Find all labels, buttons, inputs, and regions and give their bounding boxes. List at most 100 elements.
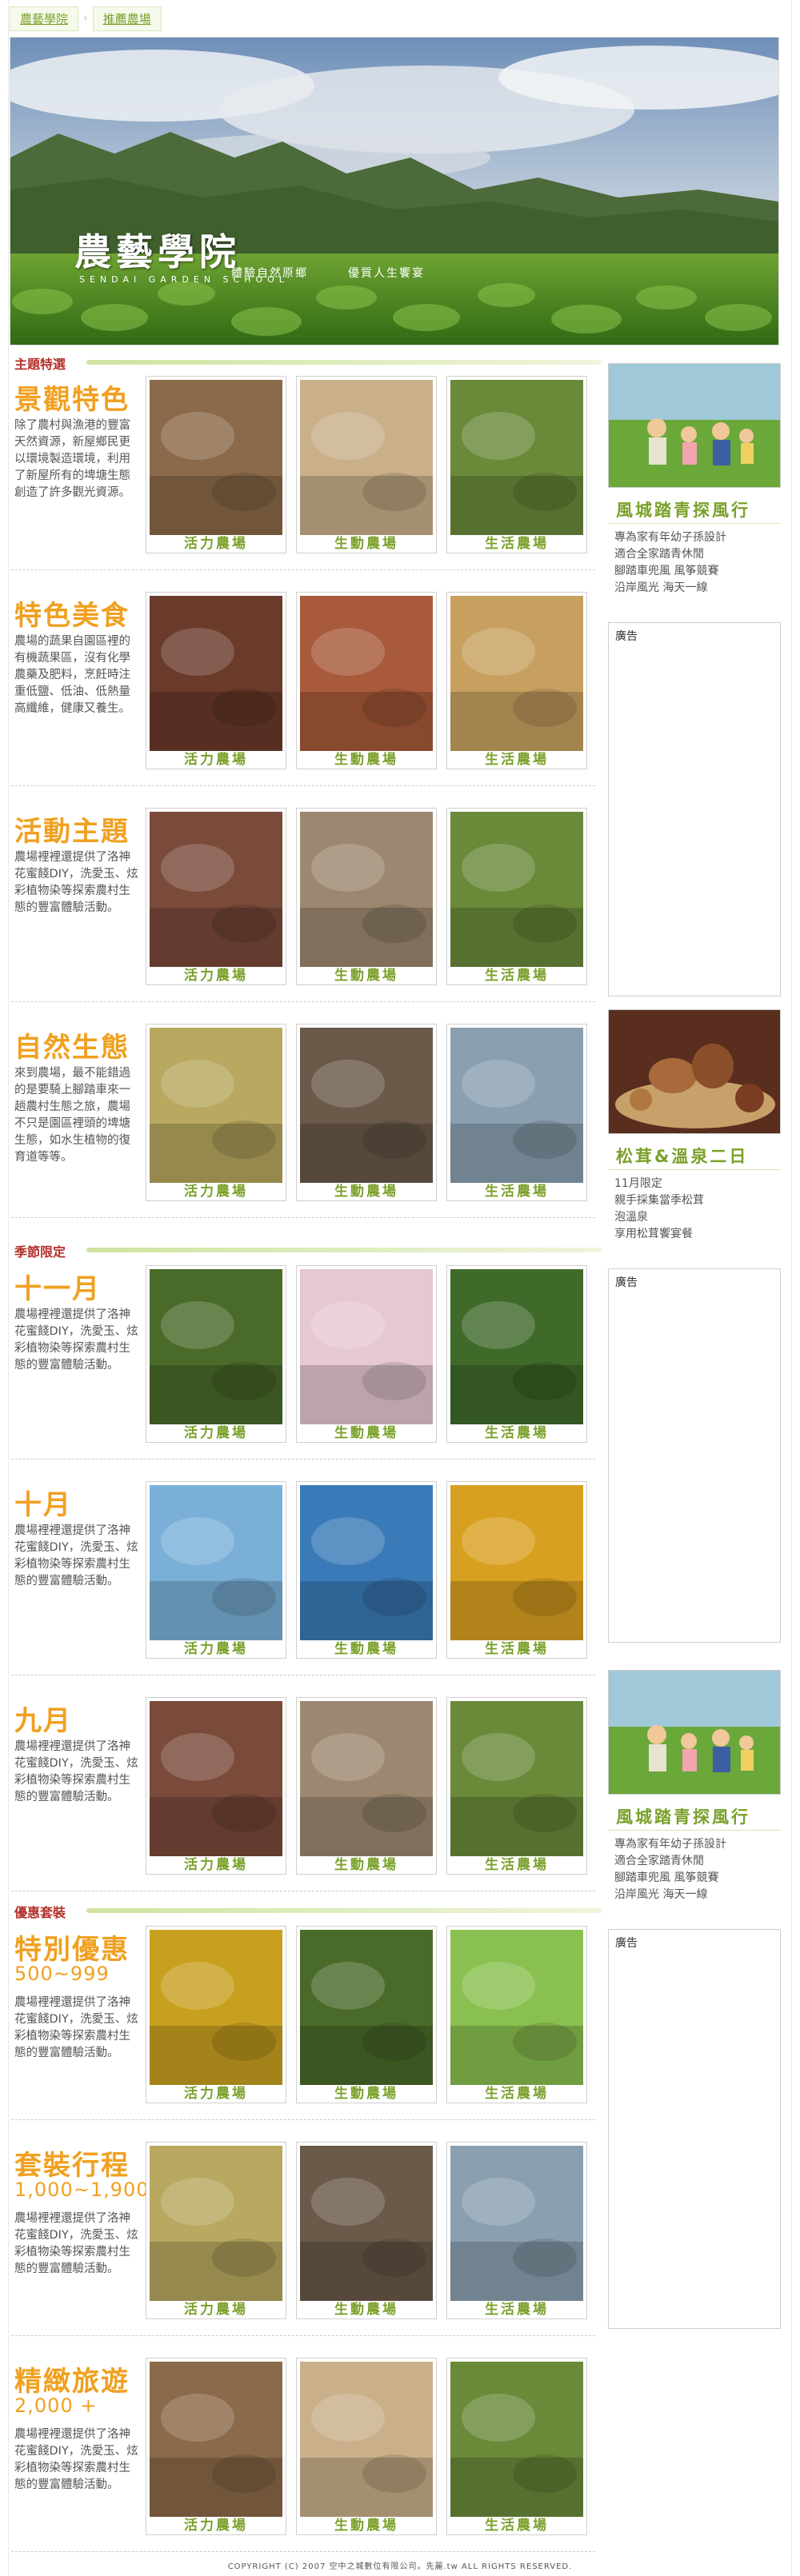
promo-detail-line: 適合全家踏青休閒 — [614, 1855, 704, 1867]
feature-block: 特色美食 農場的蔬果自園區裡的有機蔬果區，沒有化學農藥及肥料，烹飪時注重低鹽、低油… — [11, 592, 595, 790]
farm-photo-caption: 生活農場 — [485, 1184, 549, 1200]
farm-photo-card[interactable]: 活力農場 — [146, 808, 286, 985]
breadcrumb-link-farms[interactable]: 推薦農場 — [92, 6, 162, 31]
farm-photo-caption: 生動農場 — [334, 2302, 398, 2318]
farm-photo-caption: 活力農場 — [184, 536, 248, 552]
hero-tagline-1: 體驗自然原鄉 — [231, 267, 308, 280]
promo-family-cycling[interactable]: 風城踏青探風行 專為家有年幼子孫設計 適合全家踏青休閒 腳踏車兜風 風筝競賽 沿… — [608, 363, 781, 603]
farm-photo-caption: 生動農場 — [334, 2518, 398, 2534]
block-title: 套裝行程 — [14, 2150, 130, 2182]
section-divider — [86, 1248, 602, 1252]
block-divider — [11, 2335, 595, 2336]
promo-matsutake-hotspring[interactable]: 松茸&溫泉二日 11月限定 親手採集當季松茸 泡溫泉 享用松茸饗宴餐 — [608, 1009, 781, 1249]
promo-detail-line: 沿岸風光 海天一線 — [614, 581, 708, 594]
breadcrumb: 農藝學院 › 推薦農場 — [10, 6, 162, 31]
farm-photo-caption: 生活農場 — [485, 968, 549, 984]
promo-details: 專為家有年幼子孫設計 適合全家踏青休閒 腳踏車兜風 風筝競賽 沿岸風光 海天一線 — [614, 529, 726, 597]
farm-photo-card[interactable]: 活力農場 — [146, 2142, 286, 2319]
promo-image — [608, 363, 781, 488]
footer-copyright: COPYRIGHT (C) 2007 空中之城數位有限公司。先麗.tw ALL … — [227, 2562, 573, 2571]
farm-photo-image — [150, 1701, 282, 1856]
farm-photo-card[interactable]: 活力農場 — [146, 1265, 286, 1443]
ad-label: 廣告 — [615, 1937, 638, 1950]
promo-divider — [608, 1830, 781, 1831]
farm-photo-caption: 生動農場 — [334, 1641, 398, 1657]
farm-photo-card[interactable]: 生動農場 — [296, 592, 437, 769]
farm-photo-card[interactable]: 生活農場 — [446, 1926, 587, 2103]
farm-photo-image — [450, 380, 583, 535]
farm-photo-card[interactable]: 生活農場 — [446, 1024, 587, 1201]
farm-photo-card[interactable]: 生活農場 — [446, 1697, 587, 1875]
farm-photo-image — [450, 1701, 583, 1856]
farm-photo-card[interactable]: 活力農場 — [146, 1024, 286, 1201]
farm-photo-card[interactable]: 生活農場 — [446, 1265, 587, 1443]
feature-block: 十一月 農場裡裡還提供了洛神花蜜餞DIY，洗愛玉、炫彩植物染等探索農村生態的豐富體… — [11, 1265, 595, 1464]
farm-photo-image — [150, 1028, 282, 1183]
promo-family-cycling[interactable]: 風城踏青探風行 專為家有年幼子孫設計 適合全家踏青休閒 腳踏車兜風 風筝競賽 沿… — [608, 1670, 781, 1910]
farm-photo-image — [300, 380, 433, 535]
farm-photo-card[interactable]: 生動農場 — [296, 1265, 437, 1443]
promo-title: 風城踏青探風行 — [616, 1807, 750, 1827]
block-title: 自然生態 — [14, 1032, 130, 1064]
farm-photo-card[interactable]: 生活農場 — [446, 592, 587, 769]
promo-title: 松茸&溫泉二日 — [616, 1147, 749, 1166]
ad-slot[interactable]: 廣告 — [608, 622, 781, 996]
block-description: 農場裡裡還提供了洛神花蜜餞DIY，洗愛玉、炫彩植物染等探索農村生態的豐富體驗活動… — [14, 1740, 138, 1803]
block-divider — [11, 1001, 595, 1002]
farm-photo-card[interactable]: 生動農場 — [296, 1926, 437, 2103]
promo-detail-line: 親手採集當季松茸 — [614, 1194, 704, 1207]
farm-photo-card[interactable]: 生動農場 — [296, 1697, 437, 1875]
feature-block: 十月 農場裡裡還提供了洛神花蜜餞DIY，洗愛玉、炫彩植物染等探索農村生態的豐富體驗… — [11, 1481, 595, 1679]
block-description: 農場裡裡還提供了洛神花蜜餞DIY，洗愛玉、炫彩植物染等探索農村生態的豐富體驗活動… — [14, 2428, 138, 2491]
farm-photo-card[interactable]: 生動農場 — [296, 2142, 437, 2319]
promo-divider — [608, 1169, 781, 1170]
farm-photo-image — [450, 1028, 583, 1183]
block-description: 農場裡裡還提供了洛神花蜜餞DIY，洗愛玉、炫彩植物染等探索農村生態的豐富體驗活動… — [14, 1524, 138, 1588]
farm-photo-image — [150, 2362, 282, 2517]
ad-slot[interactable]: 廣告 — [608, 1929, 781, 2329]
block-title: 特別優惠 — [14, 1934, 130, 1966]
promo-detail-line: 適合全家踏青休閒 — [614, 548, 704, 561]
block-title: 特色美食 — [14, 600, 130, 632]
farm-photo-card[interactable]: 活力農場 — [146, 376, 286, 553]
block-title: 十月 — [14, 1489, 72, 1521]
block-description: 農場裡裡還提供了洛神花蜜餞DIY，洗愛玉、炫彩植物染等探索農村生態的豐富體驗活動… — [14, 2212, 138, 2275]
farm-photo-caption: 生活農場 — [485, 2086, 549, 2102]
farm-photo-image — [150, 1269, 282, 1424]
ad-label: 廣告 — [615, 630, 638, 643]
farm-photo-card[interactable]: 生動農場 — [296, 2358, 437, 2535]
farm-photo-card[interactable]: 生動農場 — [296, 808, 437, 985]
promo-detail-line: 腳踏車兜風 風筝競賽 — [614, 1871, 719, 1884]
farm-photo-caption: 生動農場 — [334, 1184, 398, 1200]
breadcrumb-link-home[interactable]: 農藝學院 — [10, 6, 79, 31]
block-description: 農場的蔬果自園區裡的有機蔬果區，沒有化學農藥及肥料，烹飪時注重低鹽、低油、低熱量… — [14, 635, 130, 715]
block-description: 來到農場，最不能錯過的是要騎上腳踏車來一趟農村生態之旅，農場不只是園區裡頭的埤塘… — [14, 1067, 130, 1164]
farm-photo-card[interactable]: 活力農場 — [146, 1481, 286, 1659]
farm-photo-image — [300, 2362, 433, 2517]
farm-photo-card[interactable]: 生活農場 — [446, 808, 587, 985]
hero-landscape-image — [10, 38, 778, 345]
farm-photo-card[interactable]: 活力農場 — [146, 592, 286, 769]
farm-photo-card[interactable]: 生活農場 — [446, 2142, 587, 2319]
block-divider — [11, 1217, 595, 1218]
ad-slot[interactable]: 廣告 — [608, 1268, 781, 1643]
block-divider — [11, 2551, 595, 2552]
farm-photo-card[interactable]: 生活農場 — [446, 376, 587, 553]
farm-photo-caption: 生活農場 — [485, 1857, 549, 1873]
farm-photo-image — [450, 812, 583, 967]
block-price-range: 500~999 — [14, 1963, 110, 1985]
farm-photo-card[interactable]: 活力農場 — [146, 1697, 286, 1875]
block-title: 活動主題 — [14, 816, 130, 848]
farm-photo-card[interactable]: 生活農場 — [446, 1481, 587, 1659]
farm-photo-image — [300, 1701, 433, 1856]
farm-photo-card[interactable]: 生活農場 — [446, 2358, 587, 2535]
farm-photo-card[interactable]: 活力農場 — [146, 2358, 286, 2535]
block-price-range: 2,000 + — [14, 2394, 98, 2417]
farm-photo-card[interactable]: 活力農場 — [146, 1926, 286, 2103]
farm-photo-card[interactable]: 生動農場 — [296, 376, 437, 553]
feature-block: 活動主題 農場裡裡還提供了洛神花蜜餞DIY，洗愛玉、炫彩植物染等探索農村生態的豐富… — [11, 808, 595, 1006]
farm-photo-caption: 活力農場 — [184, 2302, 248, 2318]
farm-photo-card[interactable]: 生動農場 — [296, 1481, 437, 1659]
farm-photo-card[interactable]: 生動農場 — [296, 1024, 437, 1201]
block-divider — [11, 2119, 595, 2120]
